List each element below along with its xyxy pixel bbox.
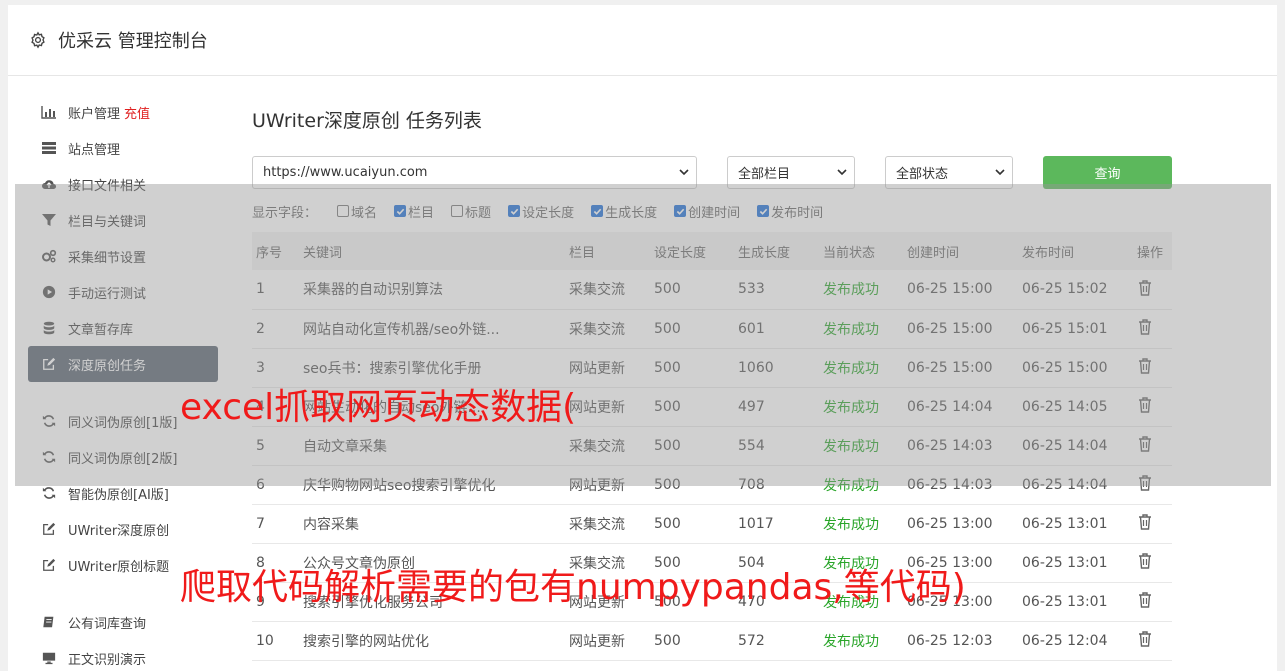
table-cell-actions — [1133, 543, 1172, 583]
sidebar-item-label: 智能伪原创[AI版] — [68, 487, 169, 503]
sidebar-item[interactable]: 站点管理 — [28, 130, 218, 166]
status-select-value: 全部状态 — [896, 167, 949, 182]
server-icon — [40, 140, 58, 156]
table-cell: 06-25 12:03 — [903, 621, 1018, 661]
table-cell: 网站更新 — [565, 621, 650, 661]
app-title: 优采云 管理控制台 — [58, 31, 208, 52]
table-cell: 1017 — [734, 504, 819, 544]
recharge-link[interactable]: 充值 — [124, 103, 150, 122]
sidebar-item-label: UWriter原创标题 — [68, 559, 170, 575]
sidebar-item-label: 正文识别演示 — [68, 652, 147, 668]
table-cell: 06-25 13:01 — [1018, 504, 1133, 544]
table-cell: 发布成功 — [819, 504, 903, 544]
chevron-down-icon — [994, 166, 1006, 182]
gear-icon — [28, 30, 48, 50]
chevron-down-icon — [678, 166, 690, 182]
book-icon — [40, 614, 58, 630]
table-row: 7 内容采集 采集交流 500 1017 发布成功 06-25 13:00 06-25 13:… — [252, 504, 1172, 544]
refresh-icon — [40, 485, 58, 501]
bar-chart-icon — [40, 104, 58, 120]
sidebar-item-label: 公有词库查询 — [68, 616, 147, 632]
sidebar-item-label: 站点管理 — [68, 142, 121, 158]
table-row: 10 搜索引擎的网站优化 网站更新 500 572 发布成功 06-25 12:03 06-2… — [252, 621, 1172, 661]
app-header: 优采云 管理控制台 — [8, 5, 1277, 76]
table-cell-actions — [1133, 582, 1172, 622]
site-select-value: https://www.ucaiyun.com — [263, 165, 428, 180]
sidebar-item[interactable]: UWriter深度原创 — [28, 511, 218, 547]
table-cell-actions — [1133, 504, 1172, 544]
table-cell-actions — [1133, 621, 1172, 661]
table-cell: 500 — [650, 621, 734, 661]
table-cell: 06-25 13:01 — [1018, 582, 1133, 622]
sidebar-item[interactable]: 正文识别演示 — [28, 640, 218, 671]
page-title: UWriter深度原创 任务列表 — [252, 110, 482, 132]
chevron-down-icon — [836, 166, 848, 182]
table-cell: 500 — [650, 504, 734, 544]
table-cell: 采集交流 — [565, 504, 650, 544]
table-cell: 06-25 13:01 — [1018, 543, 1133, 583]
trash-icon[interactable] — [1137, 591, 1153, 608]
edit-icon — [40, 521, 58, 537]
sidebar-item-label: UWriter深度原创 — [68, 523, 170, 539]
sidebar-item-label: 账户管理 — [68, 106, 121, 122]
trash-icon[interactable] — [1137, 630, 1153, 647]
edit-icon — [40, 557, 58, 573]
table-cell: 搜索引擎的网站优化 — [299, 621, 565, 661]
table-cell: 06-25 13:00 — [903, 504, 1018, 544]
overlay-band — [15, 184, 1271, 486]
sidebar-item[interactable]: 公有词库查询 — [28, 604, 218, 640]
trash-icon[interactable] — [1137, 513, 1153, 530]
table-cell: 发布成功 — [819, 621, 903, 661]
monitor-icon — [40, 650, 58, 666]
table-cell: 572 — [734, 621, 819, 661]
watermark-text-2: 爬取代码解析需要的包有numpypandas,等代码) — [180, 567, 966, 608]
table-cell: 内容采集 — [299, 504, 565, 544]
watermark-text-1: excel抓取网页动态数据( — [180, 387, 577, 428]
trash-icon[interactable] — [1137, 552, 1153, 569]
table-cell: 7 — [252, 504, 299, 544]
table-cell: 06-25 12:04 — [1018, 621, 1133, 661]
sidebar-item[interactable]: 账户管理 充值 — [28, 94, 218, 130]
table-cell: 10 — [252, 621, 299, 661]
column-select-value: 全部栏目 — [738, 167, 791, 182]
